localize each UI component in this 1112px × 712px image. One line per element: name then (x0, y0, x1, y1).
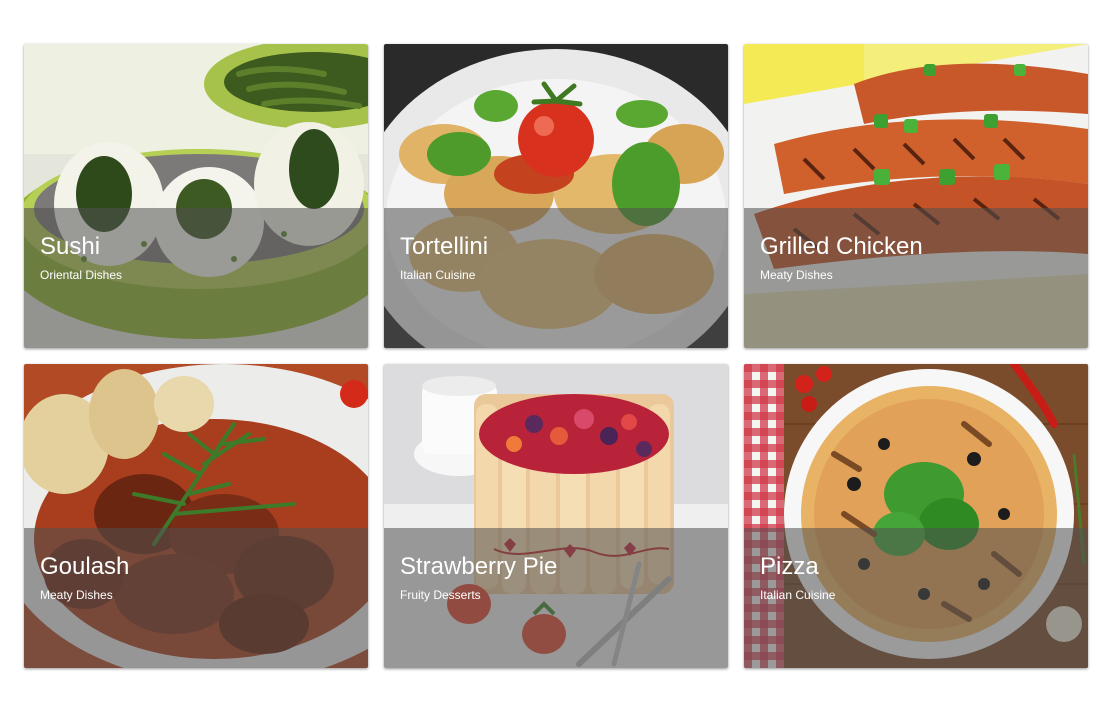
card-title: Sushi (40, 233, 101, 260)
card-subtitle: Oriental Dishes (40, 268, 123, 282)
card-title: Grilled Chicken (760, 233, 923, 260)
card-title: Goulash (40, 553, 130, 580)
card-subtitle: Italian Cuisine (400, 268, 476, 282)
recipe-card-pizza[interactable]: Pizza Italian Cuisine (744, 364, 1088, 668)
card-subtitle: Meaty Dishes (760, 268, 833, 282)
recipe-card-tortellini[interactable]: Tortellini Italian Cuisine (384, 44, 728, 348)
card-subtitle: Italian Cuisine (760, 588, 836, 602)
recipe-card-goulash[interactable]: Goulash Meaty Dishes (24, 364, 368, 668)
card-title: Pizza (760, 553, 819, 580)
recipe-grid: Sushi Oriental Dishes Tortellini Italian… (24, 44, 1088, 668)
recipe-card-grilled-chicken[interactable]: Grilled Chicken Meaty Dishes (744, 44, 1088, 348)
page: Sushi Oriental Dishes Tortellini Italian… (0, 0, 1112, 712)
recipe-card-strawberry-pie[interactable]: Strawberry Pie Fruity Desserts (384, 364, 728, 668)
card-subtitle: Meaty Dishes (40, 588, 113, 602)
card-title: Strawberry Pie (400, 553, 558, 580)
card-title: Tortellini (400, 233, 489, 260)
recipe-card-sushi[interactable]: Sushi Oriental Dishes (24, 44, 368, 348)
card-subtitle: Fruity Desserts (400, 588, 481, 602)
